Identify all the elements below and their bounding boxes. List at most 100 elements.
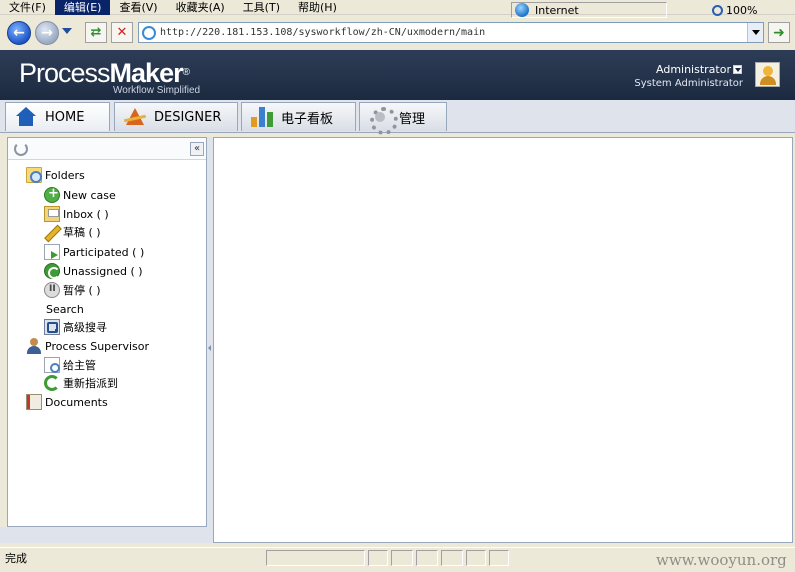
tab-designer[interactable]: DESIGNER bbox=[114, 102, 238, 131]
avatar[interactable] bbox=[755, 62, 780, 87]
forward-arrow-icon: → bbox=[41, 25, 53, 41]
go-arrow-icon: ➜ bbox=[773, 24, 785, 41]
status-cell bbox=[489, 550, 509, 566]
tree-reassign[interactable]: 重新指派到 bbox=[44, 374, 118, 392]
tree-unassigned-label: Unassigned ( ) bbox=[63, 264, 143, 278]
collapse-sidebar-button[interactable]: « bbox=[190, 142, 204, 156]
tree-search[interactable]: Search bbox=[46, 300, 84, 318]
new-case-icon bbox=[44, 186, 60, 203]
supervisor-icon bbox=[26, 338, 42, 354]
menu-edit[interactable]: 编辑(E) bbox=[54, 0, 111, 15]
folders-icon bbox=[26, 167, 42, 183]
designer-icon bbox=[124, 107, 146, 127]
menu-help[interactable]: 帮助(H) bbox=[289, 0, 346, 15]
security-zone[interactable]: Internet bbox=[511, 2, 667, 18]
status-cell bbox=[368, 550, 388, 566]
cases-sidebar: « Folders New case Inbox ( ) 草稿 ( ) Part… bbox=[7, 137, 207, 527]
main-tabbar: HOME DESIGNER 电子看板 管理 bbox=[0, 100, 795, 135]
home-icon bbox=[15, 107, 37, 127]
main-content-panel bbox=[213, 137, 793, 543]
globe-icon bbox=[515, 3, 529, 17]
back-button[interactable]: ← bbox=[7, 21, 31, 45]
logo-bold: Maker bbox=[109, 58, 184, 88]
status-progress-cell bbox=[266, 550, 365, 566]
tab-dashboard-label: 电子看板 bbox=[281, 111, 334, 127]
address-dropdown-icon[interactable] bbox=[747, 23, 763, 42]
tree-documents[interactable]: Documents bbox=[26, 393, 108, 411]
address-bar[interactable]: http://220.181.153.108/sysworkflow/zh-CN… bbox=[138, 22, 764, 43]
logo-mark: ® bbox=[182, 67, 190, 78]
tree-paused[interactable]: 暂停 ( ) bbox=[44, 281, 101, 299]
refresh-button[interactable]: ⇄ bbox=[85, 22, 107, 43]
tree-to-supervisor[interactable]: 给主管 bbox=[44, 356, 96, 374]
tree-advanced-search-label: 高级搜寻 bbox=[63, 321, 107, 334]
inbox-icon bbox=[44, 206, 60, 222]
user-menu-caret-icon[interactable] bbox=[733, 65, 742, 74]
tree-new-case[interactable]: New case bbox=[44, 186, 116, 204]
tree-inbox-label: Inbox ( ) bbox=[63, 207, 109, 221]
zone-label: Internet bbox=[535, 3, 579, 17]
logo-tagline: Workflow Simplified bbox=[113, 85, 201, 96]
back-arrow-icon: ← bbox=[13, 25, 25, 41]
tab-admin-label: 管理 bbox=[399, 111, 426, 127]
menu-favorites[interactable]: 收藏夹(A) bbox=[167, 0, 234, 15]
dashboard-icon bbox=[251, 107, 273, 127]
tab-designer-label: DESIGNER bbox=[154, 109, 222, 125]
sync-icon[interactable] bbox=[14, 142, 28, 156]
draft-icon bbox=[44, 224, 60, 240]
watermark: www.wooyun.org bbox=[656, 551, 787, 569]
tab-admin[interactable]: 管理 bbox=[359, 102, 447, 135]
tree-paused-label: 暂停 ( ) bbox=[63, 284, 101, 297]
menu-file[interactable]: 文件(F) bbox=[0, 0, 55, 15]
forward-button[interactable]: → bbox=[35, 21, 59, 45]
tree-draft-label: 草稿 ( ) bbox=[63, 226, 101, 239]
menu-view[interactable]: 查看(V) bbox=[110, 0, 166, 15]
stop-button[interactable]: ✕ bbox=[111, 22, 133, 43]
tree-process-supervisor-label: Process Supervisor bbox=[45, 339, 150, 353]
zoom-icon bbox=[712, 4, 723, 16]
logo-regular: Process bbox=[19, 58, 111, 88]
tab-dashboard[interactable]: 电子看板 bbox=[241, 102, 356, 131]
zoom-control[interactable]: 100% bbox=[712, 2, 782, 18]
sidebar-footer bbox=[0, 527, 213, 543]
status-cell bbox=[416, 550, 438, 566]
tree-unassigned[interactable]: Unassigned ( ) bbox=[44, 262, 143, 280]
status-cell bbox=[466, 550, 486, 566]
unassigned-icon bbox=[44, 263, 60, 279]
tree-search-label: Search bbox=[46, 302, 84, 316]
tree-reassign-label: 重新指派到 bbox=[63, 377, 118, 390]
tree-documents-label: Documents bbox=[45, 395, 108, 409]
sidebar-toolbar: « bbox=[8, 138, 206, 160]
history-dropdown-icon[interactable] bbox=[62, 28, 72, 34]
refresh-icon: ⇄ bbox=[90, 25, 102, 40]
tree-advanced-search[interactable]: 高级搜寻 bbox=[44, 318, 107, 336]
page-icon bbox=[142, 25, 156, 40]
address-url[interactable]: http://220.181.153.108/sysworkflow/zh-CN… bbox=[160, 27, 747, 38]
participated-icon bbox=[44, 244, 60, 260]
status-cell bbox=[391, 550, 413, 566]
gear-icon bbox=[369, 107, 398, 135]
documents-icon bbox=[26, 394, 42, 410]
tree-draft[interactable]: 草稿 ( ) bbox=[44, 223, 101, 241]
tree-inbox[interactable]: Inbox ( ) bbox=[44, 205, 109, 223]
status-text: 完成 bbox=[5, 552, 27, 565]
tree-participated[interactable]: Participated ( ) bbox=[44, 243, 144, 261]
tree-new-case-label: New case bbox=[63, 188, 116, 202]
user-name[interactable]: Administrator bbox=[656, 63, 731, 76]
tree-process-supervisor[interactable]: Process Supervisor bbox=[26, 337, 149, 355]
to-supervisor-icon bbox=[44, 357, 60, 373]
zoom-level: 100% bbox=[726, 3, 758, 17]
tree-folders[interactable]: Folders bbox=[26, 166, 85, 184]
stop-icon: ✕ bbox=[116, 25, 128, 40]
go-button[interactable]: ➜ bbox=[768, 22, 790, 43]
reassign-icon bbox=[44, 375, 60, 391]
user-role: System Administrator bbox=[634, 78, 743, 89]
status-cell bbox=[441, 550, 463, 566]
tree-to-supervisor-label: 给主管 bbox=[63, 359, 96, 372]
paused-icon bbox=[44, 282, 60, 298]
menu-tools[interactable]: 工具(T) bbox=[234, 0, 289, 15]
tree-participated-label: Participated ( ) bbox=[63, 245, 145, 259]
tab-home-label: HOME bbox=[45, 109, 85, 125]
tab-home[interactable]: HOME bbox=[5, 102, 110, 131]
tree-folders-label: Folders bbox=[45, 168, 85, 182]
